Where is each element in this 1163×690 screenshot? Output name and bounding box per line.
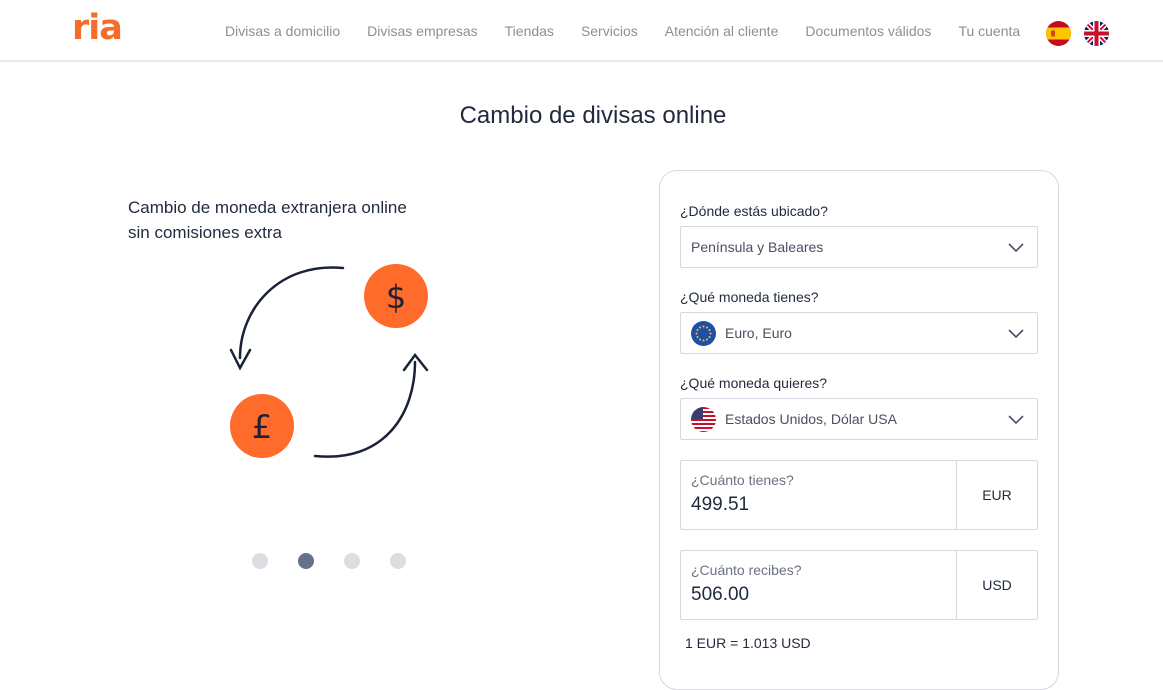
nav-servicios[interactable]: Servicios <box>581 23 638 39</box>
nav-documentos-validos[interactable]: Documentos válidos <box>805 23 931 39</box>
svg-text:£: £ <box>252 408 272 446</box>
have-amount-field[interactable]: ¿Cuánto tienes? <box>681 461 957 529</box>
nav-divisas-a-domicilio[interactable]: Divisas a domicilio <box>225 23 340 39</box>
uk-flag-icon[interactable] <box>1084 21 1109 46</box>
page-title: Cambio de divisas online <box>459 102 727 129</box>
us-flag-icon <box>691 406 716 432</box>
top-header: ria Divisas a domicilio Divisas empresas… <box>0 0 1163 62</box>
nav-tiendas[interactable]: Tiendas <box>505 23 554 39</box>
carousel-dot-2[interactable] <box>298 553 314 569</box>
to-currency-select[interactable]: Estados Unidos, Dólar USA <box>680 398 1038 440</box>
location-select[interactable]: Península y Baleares <box>680 226 1038 268</box>
receive-amount-box: ¿Cuánto recibes? USD <box>680 550 1038 620</box>
have-currency-code[interactable]: EUR <box>957 461 1037 529</box>
have-amount-box: ¿Cuánto tienes? EUR <box>680 460 1038 530</box>
have-amount-input[interactable] <box>691 494 941 516</box>
carousel-dot-4[interactable] <box>390 553 406 569</box>
have-amount-label: ¿Cuánto tienes? <box>691 472 794 488</box>
from-currency-select[interactable]: Euro, Euro <box>680 312 1038 354</box>
receive-amount-label: ¿Cuánto recibes? <box>691 562 802 578</box>
carousel-dot-1[interactable] <box>252 553 268 569</box>
chevron-down-icon <box>1008 243 1024 253</box>
receive-amount-field[interactable]: ¿Cuánto recibes? <box>681 551 957 619</box>
currency-exchange-illustration: $ £ <box>220 258 440 468</box>
dollar-coin-icon: $ <box>364 264 428 328</box>
promo-text: Cambio de moneda extranjera online sin c… <box>128 198 407 242</box>
chevron-down-icon <box>1008 415 1024 425</box>
svg-text:$: $ <box>386 278 406 316</box>
receive-amount-input[interactable] <box>691 584 941 606</box>
currency-converter-card: ¿Dónde estás ubicado? Península y Balear… <box>659 170 1059 690</box>
exchange-rate-text: 1 EUR = 1.013 USD <box>685 635 811 651</box>
ria-logo[interactable]: ria <box>72 6 123 50</box>
nav-divisas-empresas[interactable]: Divisas empresas <box>367 23 477 39</box>
location-value: Península y Baleares <box>691 239 824 255</box>
from-currency-label: ¿Qué moneda tienes? <box>680 289 819 305</box>
carousel-dots <box>252 553 436 569</box>
carousel-dot-3[interactable] <box>344 553 360 569</box>
nav-tu-cuenta[interactable]: Tu cuenta <box>958 23 1020 39</box>
chevron-down-icon <box>1008 329 1024 339</box>
spain-flag-icon[interactable] <box>1046 21 1071 46</box>
location-label: ¿Dónde estás ubicado? <box>680 203 828 219</box>
nav-atencion-al-cliente[interactable]: Atención al cliente <box>665 23 779 39</box>
logo-text: ria <box>72 7 123 48</box>
to-currency-value: Estados Unidos, Dólar USA <box>725 411 897 427</box>
receive-currency-code[interactable]: USD <box>957 551 1037 619</box>
eu-flag-icon <box>691 320 716 346</box>
from-currency-value: Euro, Euro <box>725 325 792 341</box>
to-currency-label: ¿Qué moneda quieres? <box>680 375 828 391</box>
main-nav: Divisas a domicilio Divisas empresas Tie… <box>225 0 1047 62</box>
pound-coin-icon: £ <box>230 394 294 458</box>
